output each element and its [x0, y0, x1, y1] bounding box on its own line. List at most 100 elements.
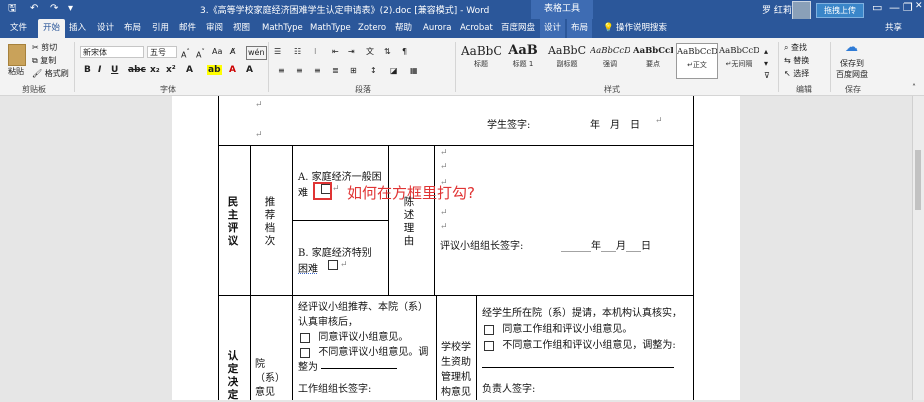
tab-mailings[interactable]: 邮件: [179, 19, 196, 38]
save-icon[interactable]: 🖫: [8, 2, 17, 16]
text-effects-icon[interactable]: A: [186, 65, 193, 75]
tab-zotero[interactable]: Zotero: [358, 19, 386, 38]
style-subtitle[interactable]: AaBbC 副标题: [547, 43, 587, 77]
share-button[interactable]: 共享: [885, 19, 902, 38]
style-normal[interactable]: AaBbCcD ↵正文: [676, 43, 718, 79]
option-b-checkbox[interactable]: [326, 259, 340, 270]
department-option-1[interactable]: 同意评议小组意见。: [298, 328, 408, 343]
tab-help[interactable]: 帮助: [395, 19, 412, 38]
save-to-baidu-line2[interactable]: 百度网盘: [836, 69, 868, 81]
customize-qat-icon[interactable]: ▾: [68, 2, 73, 16]
tab-acrobat[interactable]: Acrobat: [460, 19, 493, 38]
font-name-combo[interactable]: 新宋体: [80, 46, 144, 58]
tab-design[interactable]: 设计: [97, 19, 114, 38]
collapse-ribbon-icon[interactable]: ˄: [912, 82, 916, 94]
align-center-icon[interactable]: ≡: [296, 65, 303, 77]
tab-aurora[interactable]: Aurora: [423, 19, 451, 38]
shrink-font-icon[interactable]: A˅: [196, 46, 205, 62]
bullets-icon[interactable]: ☰: [274, 46, 281, 58]
tell-me-search[interactable]: 操作说明搜索: [616, 19, 667, 38]
minimize-button[interactable]: —: [889, 1, 900, 14]
user-name[interactable]: 罗 红莉: [762, 3, 792, 16]
subscript-icon[interactable]: x₂: [150, 65, 160, 75]
baidu-cloud-icon[interactable]: ☁: [845, 41, 858, 54]
tab-insert[interactable]: 插入: [69, 19, 86, 38]
tab-baidu-netdisk[interactable]: 百度网盘: [501, 19, 535, 38]
cut-button[interactable]: ✂ 剪切: [32, 42, 57, 54]
paste-icon[interactable]: [8, 44, 26, 66]
paste-button[interactable]: 粘贴: [8, 66, 24, 78]
multilevel-list-icon[interactable]: ⁝: [314, 46, 317, 58]
underline-icon[interactable]: U: [111, 65, 118, 75]
style-no-spacing[interactable]: AaBbCcD ↵无间隔: [719, 43, 759, 77]
school-option-1[interactable]: 同意工作组和评议小组意见。: [482, 320, 632, 335]
style-name: 标题 1: [512, 60, 534, 68]
justify-icon[interactable]: ≣: [332, 65, 339, 77]
tab-view[interactable]: 视图: [233, 19, 250, 38]
style-title[interactable]: AaBbC 标题: [461, 43, 501, 77]
tab-file[interactable]: 文件: [10, 19, 27, 38]
table-tools-context: 表格工具: [531, 0, 593, 19]
tab-mathtype-1[interactable]: MathType: [262, 19, 303, 38]
tab-table-layout[interactable]: 布局: [567, 19, 593, 38]
lightbulb-icon: 💡: [603, 23, 614, 33]
clear-format-icon[interactable]: A̸: [230, 46, 235, 58]
superscript-icon[interactable]: x²: [166, 65, 176, 75]
drag-upload-button[interactable]: 拖拽上传: [816, 3, 864, 18]
shading-icon[interactable]: ◪: [390, 65, 398, 77]
school-option-2[interactable]: 不同意工作组和评议小组意见，调整为:: [482, 336, 676, 351]
strikethrough-icon[interactable]: abc: [128, 65, 146, 75]
styles-scroll-down-icon[interactable]: ▾: [764, 58, 768, 70]
table-border: [292, 220, 388, 221]
align-right-icon[interactable]: ≡: [314, 65, 321, 77]
tab-home[interactable]: 开始: [38, 19, 66, 38]
grow-font-icon[interactable]: A˄: [181, 46, 190, 62]
styles-more-icon[interactable]: ⊽: [764, 70, 770, 82]
copy-button[interactable]: ⧉ 复制: [32, 55, 56, 67]
style-name: ↵无间隔: [725, 60, 753, 68]
ribbon-display-options-icon[interactable]: ▭: [872, 1, 882, 14]
close-button[interactable]: ✕: [915, 1, 923, 11]
decrease-indent-icon[interactable]: ⇤: [332, 46, 339, 58]
style-heading-1[interactable]: AaB 标题 1: [503, 43, 543, 77]
bold-icon[interactable]: B: [84, 65, 91, 75]
scrollbar-thumb[interactable]: [915, 150, 921, 210]
undo-icon[interactable]: ↶: [30, 2, 38, 16]
restore-button[interactable]: ❐: [903, 1, 913, 14]
distributed-icon[interactable]: ⊞: [350, 65, 357, 77]
style-strong[interactable]: AaBbCcD 要点: [633, 43, 673, 77]
change-case-icon[interactable]: Aa: [212, 46, 222, 58]
highlight-icon[interactable]: ab: [207, 65, 222, 75]
font-color-icon[interactable]: A: [229, 65, 236, 75]
increase-indent-icon[interactable]: ⇥: [348, 46, 355, 58]
department-option-2[interactable]: 不同意评议小组意见。调: [298, 343, 428, 358]
tab-layout[interactable]: 布局: [124, 19, 141, 38]
replace-button[interactable]: ⇆ 替换: [784, 55, 809, 67]
tab-references[interactable]: 引用: [152, 19, 169, 38]
select-button[interactable]: ↖ 选择: [784, 68, 809, 80]
format-painter-button[interactable]: 🖌 格式刷: [32, 68, 69, 80]
chinese-layout-icon[interactable]: 文: [366, 46, 374, 58]
align-left-icon[interactable]: ≡: [278, 65, 285, 77]
show-marks-icon[interactable]: ¶: [402, 46, 407, 58]
vertical-scrollbar[interactable]: [912, 96, 924, 400]
tab-review[interactable]: 审阅: [206, 19, 223, 38]
font-size-combo[interactable]: 五号: [147, 46, 177, 58]
tab-mathtype-2[interactable]: MathType: [310, 19, 351, 38]
sort-icon[interactable]: ⇅: [384, 46, 391, 58]
avatar[interactable]: [792, 1, 811, 20]
character-shading-icon[interactable]: A: [246, 65, 253, 75]
tab-table-design[interactable]: 设计: [540, 19, 566, 38]
numbering-icon[interactable]: ☷: [294, 46, 301, 58]
borders-icon[interactable]: ▦: [410, 65, 418, 77]
italic-icon[interactable]: I: [98, 65, 101, 75]
table-border: [218, 96, 219, 400]
student-sign-date: 年 月 日: [590, 120, 640, 131]
phonetic-guide-icon[interactable]: wén: [246, 46, 267, 60]
style-emphasis[interactable]: AaBbCcD 强调: [590, 43, 630, 77]
replace-label: 替换: [793, 56, 810, 65]
styles-scroll-up-icon[interactable]: ▴: [764, 46, 768, 58]
redo-icon[interactable]: ↷: [50, 2, 58, 16]
line-spacing-icon[interactable]: ↕: [370, 65, 377, 77]
find-button[interactable]: ⌕ 查找: [784, 42, 807, 54]
